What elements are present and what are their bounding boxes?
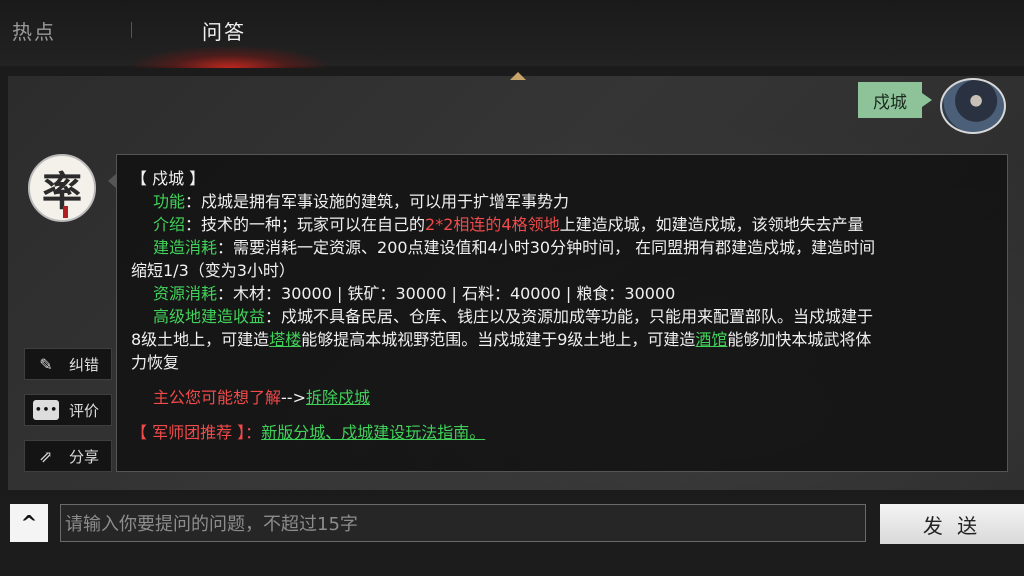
intro-text-b: 上建造戍城，如建造戍城，该领地失去产量: [559, 215, 864, 234]
send-button[interactable]: 发 送: [880, 504, 1024, 544]
tavern-link[interactable]: 酒馆: [695, 330, 727, 349]
comment-icon: •••: [33, 400, 59, 420]
advanced-text-2b: 能够提高本城视野范围。当戍城建于9级土地上，可建造: [301, 330, 696, 349]
advanced-text: ：戍城不具备民居、仓库、钱庄以及资源加成等功能，只能用来配置部队。当戍城建于: [265, 307, 874, 326]
fix-error-label: 纠错: [69, 355, 100, 374]
function-label: 功能: [153, 192, 186, 211]
advanced-text-2c: 能够加快本城武将体: [727, 330, 872, 349]
answer-advanced-line-2: 8级土地上，可建造塔楼能够提高本城视野范围。当戍城建于9级土地上，可建造酒馆能够…: [131, 328, 993, 351]
share-button[interactable]: ⇗ 分享: [24, 440, 112, 472]
advanced-text-2a: 8级土地上，可建造: [131, 330, 270, 349]
tab-qa[interactable]: 问答: [202, 16, 246, 45]
send-label: 发 送: [922, 513, 982, 538]
active-tab-glow: [130, 46, 330, 68]
related-link[interactable]: 拆除戍城: [306, 388, 370, 407]
recommend-link[interactable]: 新版分城、戍城建设玩法指南。: [261, 423, 485, 442]
watchtower-link[interactable]: 塔楼: [269, 330, 301, 349]
intro-label: 介绍: [153, 215, 186, 234]
advanced-text-3: 力恢复: [131, 353, 180, 372]
chevron-up-icon: ^: [20, 511, 38, 535]
collapse-caret-icon[interactable]: [510, 72, 526, 80]
answer-intro-line: 介绍：技术的一种；玩家可以在自己的2*2相连的4格领地上建造戍城，如建造戍城，该…: [131, 213, 993, 236]
question-input-placeholder: 请输入你要提问的问题，不超过15字: [65, 514, 358, 535]
resource-cost-label: 资源消耗: [153, 284, 218, 303]
answer-advanced-line: 高级地建造收益：戍城不具备民居、仓库、钱庄以及资源加成等功能，只能用来配置部队。…: [131, 305, 993, 328]
bot-avatar-char: 率: [42, 168, 82, 215]
answer-panel: 【 戍城 】 功能：戍城是拥有军事设施的建筑，可以用于扩增军事势力 介绍：技术的…: [108, 154, 1008, 472]
related-line: 主公您可能想了解-->拆除戍城: [131, 386, 993, 409]
rate-label: 评价: [69, 401, 100, 420]
tab-hot[interactable]: 热点: [12, 16, 56, 45]
answer-resource-line: 资源消耗：木材：30000 | 铁矿：30000 | 石料：40000 | 粮食…: [131, 282, 993, 305]
build-cost-text-2: 缩短1/3（变为3小时）: [131, 261, 295, 280]
answer-build-line: 建造消耗：需要消耗一定资源、200点建设值和4小时30分钟时间， 在同盟拥有郡建…: [131, 236, 993, 259]
recommend-prefix: 【 军师团推荐 】：: [131, 423, 262, 442]
share-label: 分享: [69, 447, 100, 466]
bot-avatar: 率: [28, 154, 96, 222]
resource-cost-text: ：木材：30000 | 铁矿：30000 | 石料：40000 | 粮食：300…: [217, 284, 676, 303]
rate-button[interactable]: ••• 评价: [24, 394, 112, 426]
advanced-label: 高级地建造收益: [153, 307, 266, 326]
related-prefix: 主公您可能想了解: [153, 388, 282, 407]
intro-text-a: ：技术的一种；玩家可以在自己的: [185, 215, 426, 234]
answer-function-line: 功能：戍城是拥有军事设施的建筑，可以用于扩增军事势力: [131, 190, 993, 213]
share-icon: ⇗: [39, 446, 53, 466]
tab-bar: 热点 问答: [0, 0, 1024, 68]
seal-mark-icon: [63, 206, 68, 218]
question-bubble: 戍城: [858, 82, 932, 118]
build-cost-text: ：需要消耗一定资源、200点建设值和4小时30分钟时间， 在同盟拥有郡建造戍城，…: [217, 238, 876, 257]
related-arrow: -->: [281, 388, 306, 407]
question-text: 戍城: [873, 92, 907, 113]
answer-title: 【 戍城 】: [131, 169, 206, 188]
recommend-line: 【 军师团推荐 】：新版分城、戍城建设玩法指南。: [131, 421, 993, 444]
build-cost-label: 建造消耗: [153, 238, 218, 257]
intro-highlight: 2*2相连的4格领地: [425, 215, 560, 234]
edit-icon: ✎: [39, 354, 53, 374]
question-input[interactable]: 请输入你要提问的问题，不超过15字: [60, 504, 866, 542]
function-text: ：戍城是拥有军事设施的建筑，可以用于扩增军事势力: [185, 192, 570, 211]
expand-button[interactable]: ^: [10, 504, 48, 542]
user-avatar: [940, 78, 1006, 134]
fix-error-button[interactable]: ✎ 纠错: [24, 348, 112, 380]
tab-separator: [131, 22, 132, 38]
